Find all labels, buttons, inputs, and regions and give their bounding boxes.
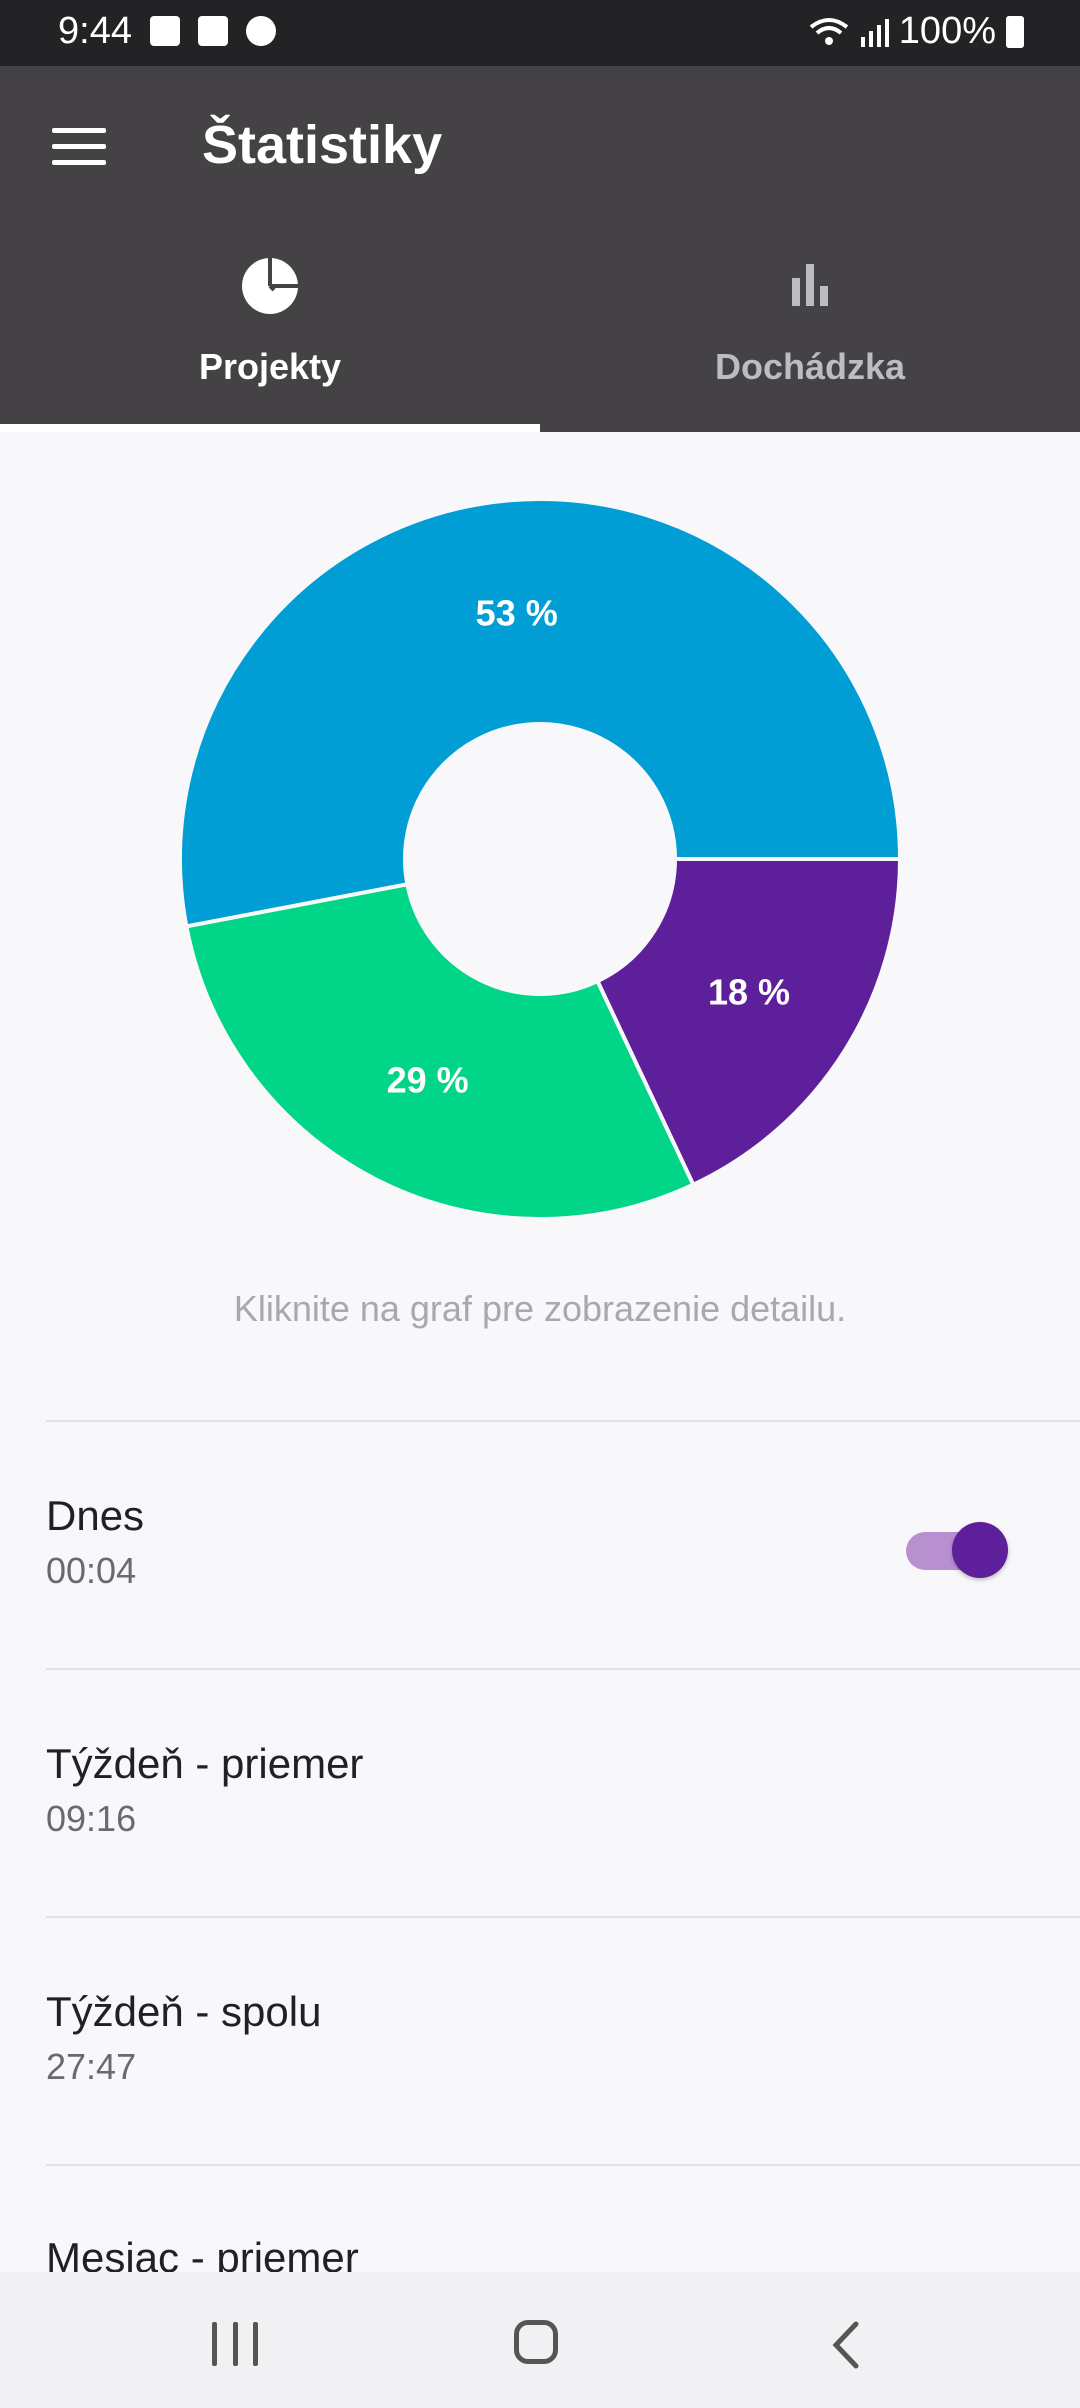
- status-time: 9:44: [58, 10, 132, 52]
- project-donut-chart[interactable]: 53 % 18 % 29 %: [0, 432, 1080, 1292]
- pie-slice-label: 53 %: [476, 593, 558, 634]
- app-bar: Štatistiky Projekty Dochádzka: [0, 66, 1080, 432]
- wifi-icon: [809, 17, 849, 45]
- stat-row-today: Dnes 00:04: [46, 1492, 1046, 1592]
- app-notification-icon: [198, 16, 228, 46]
- tab-dochadzka[interactable]: Dochádzka: [540, 256, 1080, 432]
- chart-hint: Kliknite na graf pre zobrazenie detailu.: [233, 1288, 847, 1329]
- divider: [46, 1668, 1080, 1670]
- stat-row-week-average: Týždeň - priemer 09:16: [46, 1740, 1046, 1840]
- back-icon[interactable]: [826, 2320, 866, 2370]
- stat-value: 00:04: [46, 1550, 137, 1591]
- tab-projekty[interactable]: Projekty: [0, 256, 540, 432]
- gallery-notification-icon: [150, 16, 180, 46]
- tab-label: Projekty: [198, 346, 342, 387]
- signal-icon: [860, 18, 889, 47]
- battery-percentage: 100%: [898, 10, 996, 52]
- tab-indicator: [0, 424, 540, 432]
- tab-label: Dochádzka: [714, 346, 906, 387]
- divider: [46, 2164, 1080, 2166]
- settings-notification-icon: [246, 16, 276, 46]
- stat-label: Týždeň - spolu: [46, 1988, 322, 2035]
- pie-slice-label: 18 %: [708, 972, 790, 1013]
- today-toggle[interactable]: [906, 1522, 1008, 1578]
- recent-apps-icon[interactable]: [212, 2322, 258, 2366]
- menu-icon[interactable]: [52, 128, 106, 168]
- pie-slice[interactable]: [184, 881, 696, 1221]
- status-bar: 9:44 100%: [0, 0, 1080, 66]
- pie-chart-icon: [242, 258, 298, 314]
- pie-slice-label: 29 %: [387, 1060, 469, 1101]
- bar-chart-icon: [792, 264, 828, 306]
- stat-label: Týždeň - priemer: [46, 1740, 364, 1787]
- divider: [46, 1916, 1080, 1918]
- home-icon[interactable]: [514, 2320, 558, 2364]
- page-title: Štatistiky: [202, 115, 443, 175]
- divider: [46, 1420, 1080, 1422]
- system-nav-bar: [0, 2272, 1080, 2408]
- stat-value: 09:16: [46, 1798, 137, 1839]
- stat-value: 27:47: [46, 2046, 137, 2087]
- stat-row-week-total: Týždeň - spolu 27:47: [46, 1988, 1046, 2088]
- stat-label: Dnes: [46, 1492, 145, 1539]
- battery-icon: [1006, 15, 1024, 48]
